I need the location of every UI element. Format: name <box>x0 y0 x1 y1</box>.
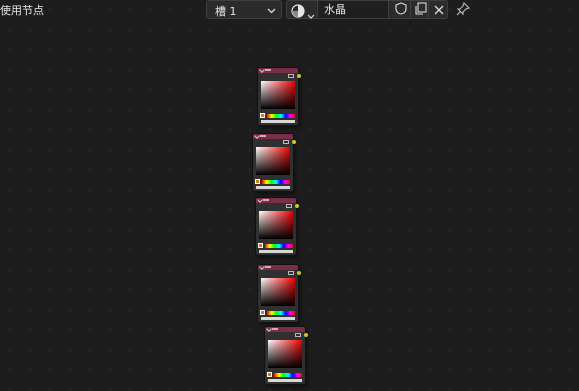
hue-slider[interactable] <box>267 311 295 315</box>
slot-dropdown[interactable]: 槽 1 <box>206 0 282 19</box>
hue-slider[interactable] <box>267 114 295 118</box>
color-swatch[interactable] <box>258 243 263 248</box>
value-field[interactable] <box>261 317 295 320</box>
node-title <box>265 266 271 268</box>
value-field[interactable] <box>268 379 302 382</box>
close-icon <box>434 0 444 19</box>
node-title <box>263 199 269 201</box>
material-selector: 水晶 <box>286 0 448 19</box>
slot-label: 槽 1 <box>215 5 237 18</box>
value-field[interactable] <box>261 120 295 123</box>
material-sphere-icon <box>291 3 305 22</box>
output-socket[interactable] <box>297 271 301 275</box>
pin-icon <box>455 1 471 21</box>
output-socket[interactable] <box>295 204 299 208</box>
duplicate-material-button[interactable] <box>410 1 430 18</box>
node-title <box>265 69 271 71</box>
chevron-down-icon <box>307 5 315 24</box>
hue-slider[interactable] <box>274 373 302 377</box>
output-socket[interactable] <box>304 333 308 337</box>
shield-icon <box>394 0 407 19</box>
material-browse-button[interactable] <box>289 2 317 19</box>
color-swatch[interactable] <box>255 179 260 184</box>
node-options-icon[interactable] <box>288 271 294 275</box>
node-options-icon[interactable] <box>288 74 294 78</box>
chevron-down-icon <box>267 5 276 18</box>
material-name-field[interactable]: 水晶 <box>317 1 389 18</box>
node-options-icon[interactable] <box>286 204 292 208</box>
output-socket[interactable] <box>297 74 301 78</box>
hue-slider[interactable] <box>262 180 290 184</box>
unlink-material-button[interactable] <box>428 1 448 18</box>
use-nodes-label[interactable]: 使用节点 <box>0 2 44 18</box>
hue-slider[interactable] <box>265 244 293 248</box>
node-title <box>260 135 266 137</box>
node-options-icon[interactable] <box>295 333 301 337</box>
color-picker-node[interactable] <box>258 67 301 125</box>
value-field[interactable] <box>256 186 290 189</box>
fake-user-button[interactable] <box>391 1 410 18</box>
value-field[interactable] <box>259 250 293 253</box>
node-title <box>272 328 278 330</box>
color-picker-node[interactable] <box>253 133 296 191</box>
color-swatch[interactable] <box>267 372 272 377</box>
color-swatch[interactable] <box>260 113 265 118</box>
pin-button[interactable] <box>455 1 471 17</box>
saturation-value-field[interactable] <box>261 81 295 109</box>
color-picker-node[interactable] <box>265 326 308 384</box>
node-editor-header: 使用节点 槽 1 水晶 <box>0 0 579 20</box>
color-picker-node[interactable] <box>258 264 301 322</box>
color-picker-node[interactable] <box>256 197 299 255</box>
color-swatch[interactable] <box>260 310 265 315</box>
saturation-value-field[interactable] <box>256 147 290 175</box>
output-socket[interactable] <box>292 140 296 144</box>
copy-icon <box>414 0 427 19</box>
node-options-icon[interactable] <box>283 140 289 144</box>
saturation-value-field[interactable] <box>261 278 295 306</box>
saturation-value-field[interactable] <box>268 340 302 368</box>
saturation-value-field[interactable] <box>259 211 293 239</box>
